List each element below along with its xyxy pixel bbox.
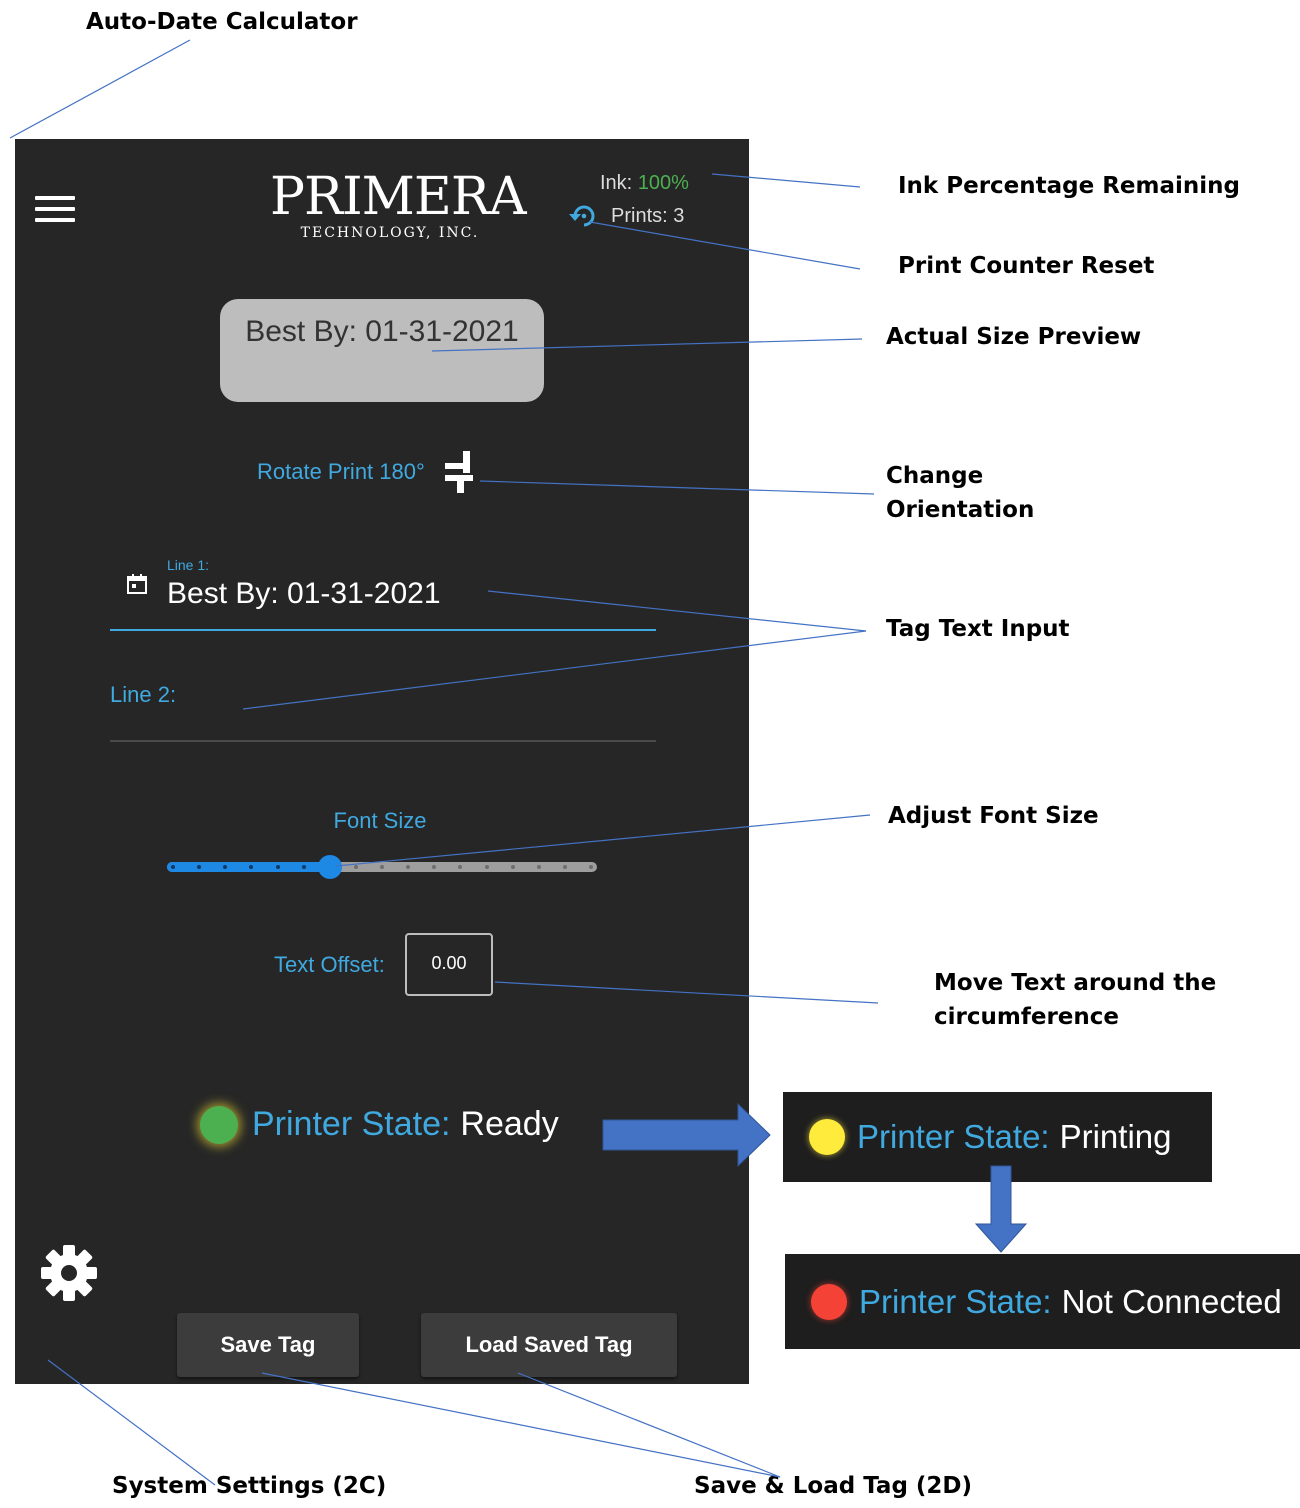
- text-offset-value: 0.00: [431, 953, 467, 973]
- slider-thumb[interactable]: [317, 855, 342, 879]
- logo-sub-text: TECHNOLOGY, INC.: [300, 225, 480, 241]
- state-example-not-connected: Printer State: Not Connected: [785, 1254, 1300, 1349]
- slider-tick: [510, 865, 515, 869]
- line-load: [517, 1372, 781, 1478]
- callout-save-load-tag: Save & Load Tag (2D): [694, 1473, 973, 1499]
- callout-ink-percentage: Ink Percentage Remaining: [898, 173, 1241, 199]
- callout-auto-date-calculator: Auto-Date Calculator: [86, 9, 358, 35]
- line1-field[interactable]: Line 1: Best By: 01-31-2021: [110, 555, 656, 631]
- font-size-slider[interactable]: [167, 852, 597, 882]
- ink-percentage: 100%: [637, 172, 689, 194]
- hamburger-menu-icon[interactable]: [35, 196, 75, 226]
- printer-state-value: Ready: [460, 1105, 559, 1143]
- rotate-label: Rotate Print 180°: [257, 459, 425, 484]
- line1-label: Line 1:: [167, 557, 210, 573]
- logo-main-text: PRIMERA: [270, 167, 527, 227]
- line2-label: Line 2:: [110, 682, 177, 707]
- slider-tick: [484, 865, 489, 869]
- status-dot: [200, 1105, 238, 1144]
- state-not-connected-value: Not Connected: [1061, 1282, 1282, 1320]
- line2-field[interactable]: Line 2:: [110, 664, 656, 742]
- ink-label: Ink:: [600, 172, 633, 194]
- slider-tick: [589, 865, 593, 869]
- slider-tick: [301, 865, 306, 869]
- rotate-orientation-icon[interactable]: [441, 449, 481, 495]
- print-counter: Prints: 3: [567, 203, 684, 229]
- rotate-print-toggle[interactable]: Rotate Print 180°: [257, 449, 481, 495]
- app-screen: PRIMERA TECHNOLOGY, INC. Ink: 100% Print…: [15, 139, 749, 1384]
- actual-size-preview: Best By: 01-31-2021: [220, 299, 544, 402]
- calendar-icon[interactable]: [126, 573, 148, 595]
- callout-change-orientation: Change Orientation: [886, 463, 1035, 523]
- primera-logo: PRIMERA TECHNOLOGY, INC.: [270, 167, 527, 241]
- reset-counter-icon[interactable]: [567, 203, 601, 229]
- callout-system-settings: System Settings (2C): [112, 1473, 387, 1499]
- slider-tick: [275, 865, 280, 869]
- slider-tick: [380, 865, 384, 869]
- callout-actual-size-preview: Actual Size Preview: [886, 324, 1142, 350]
- font-size-label: Font Size: [333, 808, 427, 833]
- ink-indicator: Ink: 100%: [600, 172, 689, 195]
- state-example-printing: Printer State: Printing: [783, 1092, 1212, 1182]
- status-dot-yellow: [809, 1119, 845, 1155]
- slider-tick: [562, 865, 567, 869]
- prints-count: Prints: 3: [611, 204, 685, 227]
- state-not-connected-label: Printer State:: [859, 1282, 1052, 1320]
- printer-state: Printer State: Ready: [200, 1105, 559, 1144]
- printer-state-label: Printer State:: [252, 1105, 451, 1143]
- load-saved-tag-button[interactable]: Load Saved Tag: [421, 1313, 677, 1377]
- state-printing-value: Printing: [1059, 1118, 1172, 1155]
- callout-adjust-font-size: Adjust Font Size: [888, 803, 1099, 829]
- callout-tag-text-input: Tag Text Input: [886, 616, 1070, 642]
- state-printing-label: Printer State:: [857, 1118, 1050, 1155]
- slider-tick: [171, 865, 175, 869]
- line-save: [261, 1372, 781, 1478]
- preview-text: Best By: 01-31-2021: [245, 315, 519, 348]
- status-dot-red: [811, 1283, 847, 1320]
- save-tag-button[interactable]: Save Tag: [177, 1313, 359, 1377]
- text-offset-input[interactable]: 0.00: [405, 933, 493, 996]
- callout-move-text: Move Text around the circumference: [934, 970, 1217, 1030]
- line1-input[interactable]: Best By: 01-31-2021: [167, 577, 441, 611]
- callout-print-counter-reset: Print Counter Reset: [898, 253, 1155, 279]
- slider-tick: [353, 865, 358, 869]
- gear-icon[interactable]: [37, 1241, 101, 1305]
- line-auto-date: [9, 39, 191, 139]
- slider-tick: [536, 865, 541, 869]
- text-offset-label: Text Offset:: [274, 952, 385, 977]
